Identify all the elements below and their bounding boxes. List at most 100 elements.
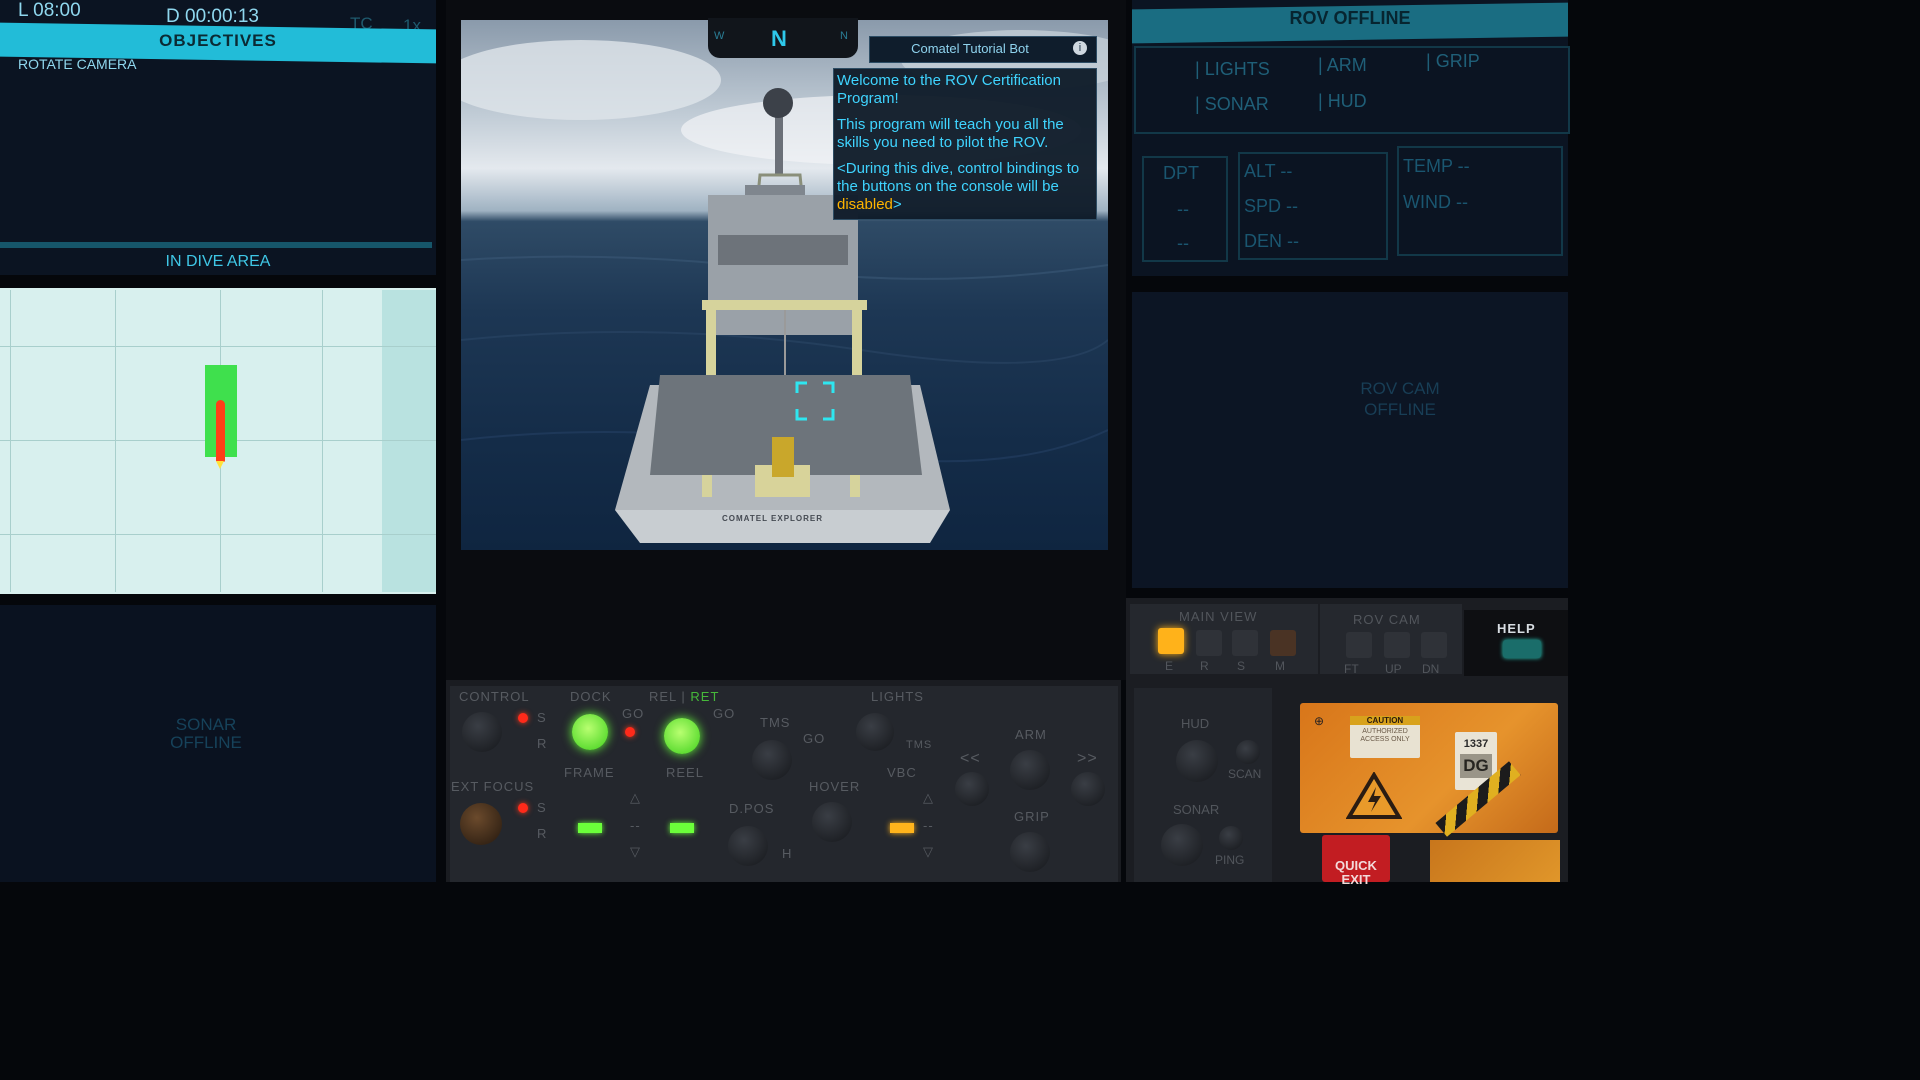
frame-up-arrow[interactable]: △ [630, 790, 641, 806]
rov-camera-monitor [1132, 292, 1568, 588]
arm-knob[interactable] [1010, 750, 1050, 790]
ext-focus-s-led [518, 803, 528, 813]
cam-up-label: UP [1385, 662, 1402, 676]
lower-caution-panel [1430, 840, 1560, 882]
high-voltage-warning-icon [1346, 772, 1402, 819]
arm-prev-button[interactable]: << [960, 750, 981, 768]
frame-label: FRAME [564, 765, 615, 780]
depth-label: DPT [1163, 163, 1199, 183]
dpos-knob[interactable] [728, 826, 768, 866]
control-label: CONTROL [459, 689, 530, 704]
tms-label: TMS [760, 715, 791, 730]
dock-go-label: GO [622, 706, 645, 721]
lights-label: LIGHTS [871, 689, 924, 704]
rel-ret-button[interactable] [664, 718, 700, 754]
dpos-h-label: H [782, 846, 793, 861]
menu-lights[interactable]: | LIGHTS [1195, 59, 1270, 80]
objectives-title: OBJECTIVES [159, 31, 277, 50]
tutorial-text: <During this dive, control bindings to t… [837, 160, 1080, 195]
ext-focus-knob[interactable] [460, 803, 502, 845]
sonar-ping-label: PING [1215, 853, 1245, 867]
depth-value: -- [1177, 199, 1189, 219]
sonar-knob[interactable] [1161, 824, 1203, 866]
sonar-offline-line2: OFFLINE [170, 733, 242, 752]
control-s-led [518, 713, 528, 723]
lights-knob[interactable] [856, 713, 894, 751]
cam-ft-label: FT [1344, 662, 1359, 676]
wind-readout: WIND -- [1403, 192, 1468, 212]
grip-knob[interactable] [1010, 832, 1050, 872]
dock-button[interactable] [572, 714, 608, 750]
map-gridline [0, 346, 436, 347]
menu-sonar[interactable]: | SONAR [1195, 94, 1269, 115]
view-m-label: M [1275, 659, 1285, 673]
view-e-label: E [1165, 659, 1174, 673]
control-r-label: R [537, 736, 548, 751]
density-readout: DEN -- [1244, 231, 1299, 251]
frame-down-arrow[interactable]: ▽ [630, 844, 641, 860]
tms-knob[interactable] [752, 740, 792, 780]
frame-mid-dash: -- [630, 818, 641, 833]
hud-knob[interactable] [1176, 740, 1218, 782]
menu-grip[interactable]: | GRIP [1426, 51, 1480, 72]
reel-indicator[interactable] [670, 823, 694, 833]
view-s-button[interactable] [1232, 630, 1258, 656]
caution-sign: CAUTION AUTHORIZED ACCESS ONLY [1350, 716, 1420, 758]
tms-go-label: GO [803, 731, 826, 746]
caution-text: AUTHORIZED ACCESS ONLY [1360, 728, 1410, 743]
quick-exit-label: QUICK EXIT [1335, 858, 1377, 887]
hud-label: HUD [1181, 716, 1210, 731]
arm-right-knob[interactable] [1071, 772, 1105, 806]
rov-cam-offline-label: ROV CAM OFFLINE [1300, 378, 1500, 420]
compass-heading: N [771, 26, 787, 51]
depth-value-2: -- [1177, 233, 1189, 253]
menu-arm[interactable]: | ARM [1318, 55, 1367, 76]
rov-status-title: ROV OFFLINE [1289, 8, 1411, 28]
hover-knob[interactable] [812, 802, 852, 842]
compass-left-mark: W [714, 30, 725, 42]
tutorial-paragraph: This program will teach you all the skil… [837, 116, 1064, 151]
tutorial-keyword: disabled [837, 196, 893, 213]
sonar-offline-line1: SONAR [175, 715, 237, 734]
menu-hud-label: HUD [1327, 91, 1367, 111]
dpos-label: D.POS [729, 801, 775, 816]
cam-dn-button[interactable] [1421, 632, 1447, 658]
screw-icon: ⊕ [1314, 714, 1325, 728]
quick-exit-hazard-panel [1300, 703, 1558, 833]
control-knob[interactable] [462, 712, 502, 752]
cam-up-button[interactable] [1384, 632, 1410, 658]
rov-position-marker [216, 400, 225, 462]
rov-cam-label: ROV CAM [1353, 612, 1421, 627]
vbc-label: VBC [887, 765, 917, 780]
help-label: HELP [1497, 621, 1536, 636]
vbc-up-arrow[interactable]: △ [923, 790, 934, 806]
sonar-ping-knob[interactable] [1219, 826, 1243, 850]
cam-ft-button[interactable] [1346, 632, 1372, 658]
hud-scan-knob[interactable] [1236, 740, 1260, 764]
view-e-button[interactable] [1158, 628, 1184, 654]
map-gridline [0, 534, 436, 535]
cam-dn-label: DN [1422, 662, 1440, 676]
rov-cam-offline-line2: OFFLINE [1364, 400, 1436, 419]
arm-left-knob[interactable] [955, 772, 989, 806]
view-r-button[interactable] [1196, 630, 1222, 656]
menu-hud[interactable]: | HUD [1318, 91, 1367, 112]
grip-label: GRIP [1014, 809, 1050, 824]
map-gridline [115, 290, 116, 592]
help-toggle[interactable] [1503, 640, 1541, 658]
vbc-indicator[interactable] [890, 823, 914, 833]
arm-next-button[interactable]: >> [1077, 750, 1098, 768]
rel-label: REL | RET [649, 689, 720, 704]
dive-area-title: IN DIVE AREA [165, 253, 271, 270]
objective-item: ROTATE CAMERA [18, 56, 137, 72]
frame-indicator[interactable] [578, 823, 602, 833]
dock-label: DOCK [570, 689, 612, 704]
id-tag-letters: DG [1460, 754, 1492, 778]
local-time: L 08:00 [18, 0, 81, 21]
quick-exit-button[interactable]: QUICK EXIT [1322, 835, 1390, 887]
menu-grip-label: GRIP [1435, 51, 1480, 71]
view-m-button[interactable] [1270, 630, 1296, 656]
tutorial-text: > [892, 196, 902, 213]
info-icon[interactable]: i [1073, 41, 1087, 55]
vbc-down-arrow[interactable]: ▽ [923, 844, 934, 860]
